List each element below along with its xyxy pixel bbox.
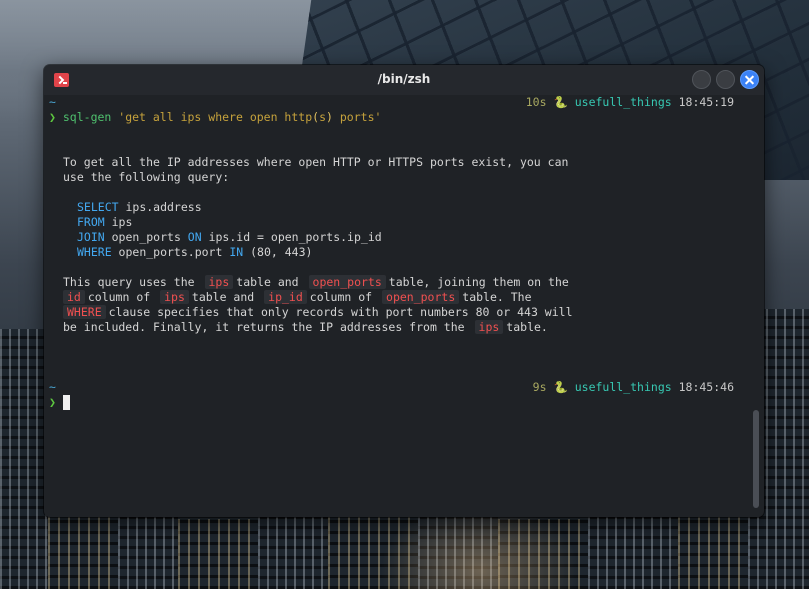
python-env-icon: 🐍 xyxy=(553,380,568,394)
wallpaper-building xyxy=(178,519,258,589)
sql-keyword: FROM xyxy=(77,215,105,229)
right-prompt: 9s 🐍 usefull_things 18:45:46 xyxy=(533,380,734,395)
command-name: sql-gen xyxy=(62,110,112,124)
inline-code: ips xyxy=(474,320,504,334)
wallpaper-building xyxy=(48,509,118,589)
explanation-text: table and xyxy=(236,275,299,289)
inline-code: id xyxy=(63,290,85,304)
sql-text: ips.id = open_ports.ip_id xyxy=(201,230,382,244)
prompt-arrow: ❯ xyxy=(49,395,56,409)
sql-keyword: SELECT xyxy=(77,200,119,214)
inline-code: WHERE xyxy=(63,305,106,319)
sql-text: (80, 443) xyxy=(243,245,313,259)
prompt-arrow: ❯ xyxy=(49,110,56,124)
python-env-name: usefull_things xyxy=(574,380,672,394)
terminal-output[interactable]: ~ 10s 🐍 usefull_things 18:45:19 ❯ sql-ge… xyxy=(44,95,764,517)
sql-text: ips.address xyxy=(118,200,202,214)
sql-text: open_ports.port xyxy=(111,245,230,259)
prompt-dir-line: ~ xyxy=(49,380,56,395)
explanation-line: This query uses the ips table and open_po… xyxy=(63,275,569,290)
sql-text: ips xyxy=(104,215,133,229)
minimize-button[interactable] xyxy=(692,70,711,89)
scrollbar-thumb[interactable] xyxy=(753,410,759,508)
explanation-line: WHERE clause specifies that only records … xyxy=(63,305,573,320)
window-title: /bin/zsh xyxy=(377,72,431,86)
inline-code: open_ports xyxy=(308,275,386,289)
explanation-line: id column of ips table and ip_id column of … xyxy=(63,290,532,305)
prompt-time: 18:45:19 xyxy=(678,95,734,109)
python-env-name: usefull_things xyxy=(574,95,672,109)
text-cursor xyxy=(63,395,70,410)
inline-code: ips xyxy=(160,290,189,304)
command-arg: 'get all ips where open http xyxy=(111,110,313,124)
input-line[interactable]: ❯ xyxy=(49,395,56,410)
right-prompt: 10s 🐍 usefull_things 18:45:19 xyxy=(526,95,734,110)
python-env-icon: 🐍 xyxy=(553,95,568,109)
command-line: ❯ sql-gen 'get all ips where open http(s… xyxy=(49,110,381,125)
wallpaper-building xyxy=(0,329,48,589)
explanation-text: table. xyxy=(506,320,548,334)
prompt-dir-line: ~ xyxy=(49,95,56,110)
sql-line: SELECT ips.address xyxy=(77,200,202,215)
output-text: To get all the IP addresses where open H… xyxy=(63,155,569,169)
terminal-window[interactable]: /bin/zsh ~ 10s 🐍 usefull_things 18:45:19… xyxy=(44,65,764,517)
maximize-button[interactable] xyxy=(716,70,735,89)
command-duration: 9s xyxy=(532,380,547,394)
sql-keyword: WHERE xyxy=(77,245,112,259)
sql-line: WHERE open_ports.port IN (80, 443) xyxy=(77,245,312,260)
sql-line: FROM ips xyxy=(77,215,132,230)
explanation-text: table and xyxy=(191,290,255,304)
explanation-line: be included. Finally, it returns the IP … xyxy=(63,320,548,335)
command-arg-paren: ) xyxy=(326,110,333,124)
explanation-text: clause specifies that only records with … xyxy=(108,305,573,319)
sql-keyword: JOIN xyxy=(77,230,105,244)
output-text: use the following query: xyxy=(63,170,230,184)
sql-line: JOIN open_ports ON ips.id = open_ports.i… xyxy=(77,230,382,245)
command-arg: s xyxy=(319,110,327,124)
inline-code: open_ports xyxy=(382,290,460,304)
explanation-text: be included. Finally, it returns the IP … xyxy=(63,320,465,334)
prompt-dir: ~ xyxy=(49,95,56,109)
close-button[interactable] xyxy=(740,70,759,89)
sql-text: open_ports xyxy=(104,230,188,244)
inline-code: ip_id xyxy=(264,290,307,304)
prompt-dir: ~ xyxy=(49,380,56,394)
explanation-text: table, joining them on the xyxy=(388,275,569,289)
title-bar[interactable]: /bin/zsh xyxy=(44,65,764,95)
inline-code: ips xyxy=(204,275,234,289)
explanation-text: This query uses the xyxy=(63,275,195,289)
prompt-time: 18:45:46 xyxy=(678,380,734,394)
explanation-text: column of xyxy=(87,290,151,304)
command-duration: 10s xyxy=(525,95,547,109)
sql-keyword: ON xyxy=(187,230,202,244)
explanation-text: table. The xyxy=(462,290,532,304)
command-arg: ports' xyxy=(332,110,382,124)
sql-keyword: IN xyxy=(229,245,244,259)
wallpaper-building xyxy=(678,514,748,589)
explanation-text: column of xyxy=(309,290,373,304)
